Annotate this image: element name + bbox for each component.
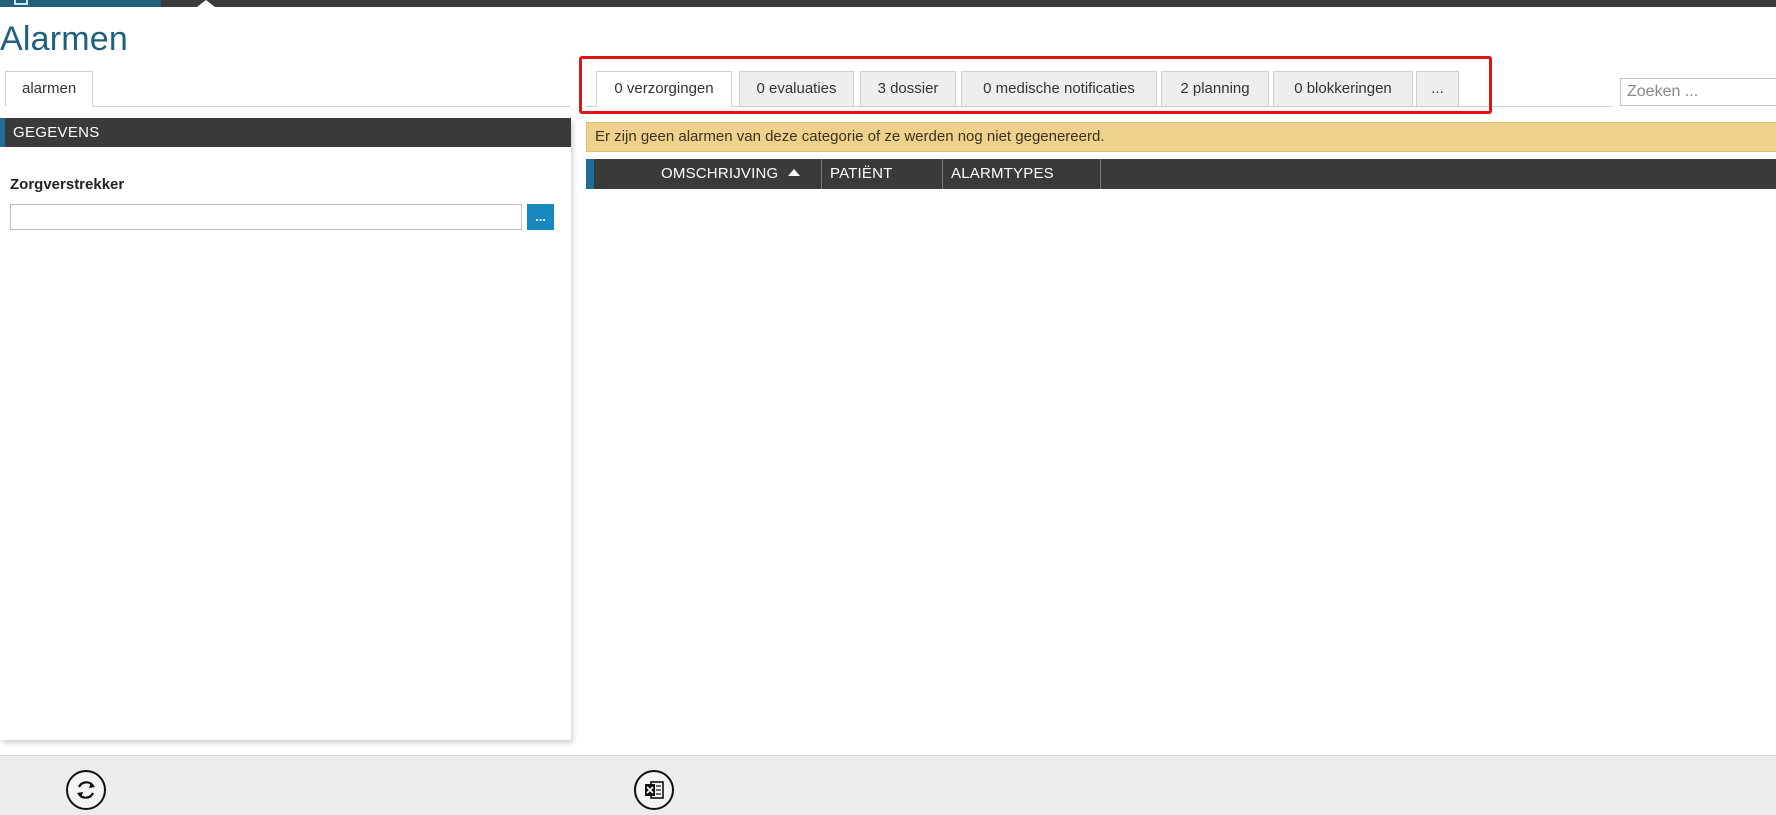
no-alarms-banner: Er zijn geen alarmen van deze categorie … [586, 122, 1776, 152]
refresh-icon [77, 781, 95, 799]
left-tab-strip: alarmen [5, 71, 570, 107]
zorgverstrekker-label: Zorgverstrekker [10, 176, 125, 193]
active-nav-indicator [197, 0, 215, 7]
tab-alarmen[interactable]: alarmen [5, 71, 94, 107]
tab-dossier[interactable]: 3 dossier [860, 71, 956, 107]
section-header-gegevens: GEGEVENS [0, 118, 571, 147]
tab-evaluaties[interactable]: 0 evaluaties [739, 71, 854, 107]
tab-medische-notificaties[interactable]: 0 medische notificaties [961, 71, 1157, 107]
zorgverstrekker-input[interactable] [10, 204, 522, 230]
column-omschrijving-label: OMSCHRIJVING [661, 165, 779, 182]
bottom-toolbar [0, 755, 1776, 815]
excel-icon [645, 781, 664, 799]
tab-more[interactable]: ... [1416, 71, 1459, 107]
search-input[interactable] [1620, 78, 1776, 106]
export-excel-button[interactable] [634, 770, 674, 810]
tab-verzorgingen[interactable]: 0 verzorgingen [596, 71, 732, 107]
filter-panel: GEGEVENS Zorgverstrekker ... [0, 118, 571, 740]
column-omschrijving[interactable]: OMSCHRIJVING [594, 159, 822, 189]
home-nav-segment[interactable] [0, 0, 161, 7]
sort-ascending-icon [788, 169, 801, 176]
zorgverstrekker-picker-button[interactable]: ... [527, 204, 554, 230]
column-alarmtypes[interactable]: ALARMTYPES [943, 159, 1101, 189]
refresh-button[interactable] [66, 770, 106, 810]
column-patient[interactable]: PATIËNT [822, 159, 943, 189]
page-title: Alarmen [0, 20, 129, 58]
top-nav-bar [0, 0, 1776, 7]
alarm-table-header: OMSCHRIJVING PATIËNT ALARMTYPES [586, 159, 1776, 189]
tab-planning[interactable]: 2 planning [1161, 71, 1269, 107]
home-icon [14, 0, 28, 5]
category-tab-strip: 0 verzorgingen 0 evaluaties 3 dossier 0 … [586, 71, 1612, 107]
tab-blokkeringen[interactable]: 0 blokkeringen [1273, 71, 1413, 107]
